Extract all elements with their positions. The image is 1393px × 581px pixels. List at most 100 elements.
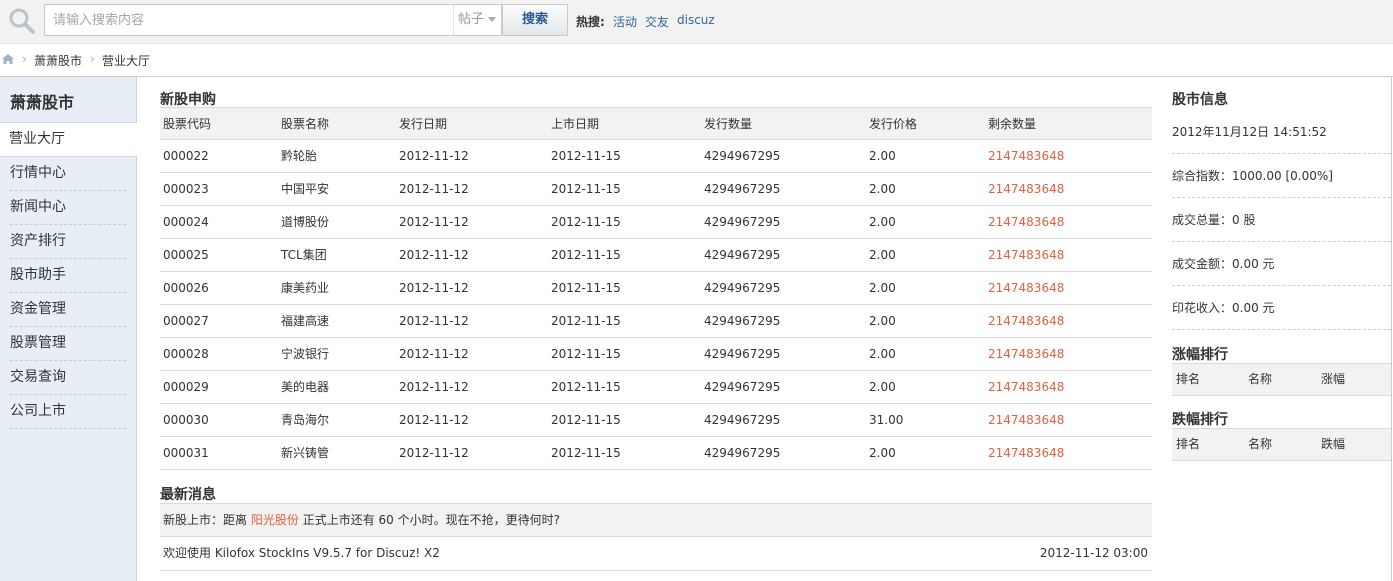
cell-listing-date: 2012-11-15 (551, 446, 621, 460)
table-row[interactable]: 000027 福建高速 2012-11-12 2012-11-15 4294967295… (160, 305, 1152, 338)
cell-issue-date: 2012-11-12 (399, 149, 469, 163)
cell-listing-date: 2012-11-15 (551, 182, 621, 196)
news-highlight-prefix: 新股上市：距离 (163, 513, 248, 527)
breadcrumb-separator: › (22, 52, 27, 66)
search-input[interactable] (45, 5, 453, 35)
cell-issue-date: 2012-11-12 (399, 380, 469, 394)
breadcrumb-item[interactable]: 萧萧股市 (34, 52, 82, 69)
losers-table-header: 排名 名称 跌幅 (1172, 428, 1391, 461)
table-row[interactable]: 000030 青岛海尔 2012-11-12 2012-11-15 4294967295… (160, 404, 1152, 437)
breadcrumb: › 萧萧股市 › 营业大厅 (0, 50, 300, 70)
hot-search-label: 热搜: (576, 15, 605, 29)
gainers-col-change: 涨幅 (1321, 372, 1346, 386)
search-button[interactable]: 搜索 (502, 4, 568, 36)
cell-remaining-quantity: 2147483648 (988, 314, 1065, 328)
cell-remaining-quantity: 2147483648 (988, 149, 1065, 163)
gainers-col-name: 名称 (1248, 372, 1273, 386)
chevron-down-icon (488, 17, 497, 22)
cell-issue-quantity: 4294967295 (704, 215, 781, 229)
news-highlight-row: 新股上市：距离 阳光股份 正式上市还有 60 个小时。现在不抢，更待何时? (160, 503, 1152, 537)
news-row: 欢迎使用 Kilofox StockIns V9.5.7 for Discuz!… (160, 537, 1152, 571)
cell-issue-price: 2.00 (869, 182, 896, 196)
market-index: 综合指数：1000.00 [0.00%] (1172, 154, 1391, 198)
sidebar-item-active[interactable]: 营业大厅 (0, 122, 137, 157)
cell-stock-name: TCL集团 (281, 248, 327, 262)
cell-remaining-quantity: 2147483648 (988, 446, 1065, 460)
sidebar-item[interactable]: 公司上市 (10, 395, 126, 429)
ipo-section-title: 新股申购 (160, 92, 216, 108)
table-row[interactable]: 000028 宁波银行 2012-11-12 2012-11-15 4294967295… (160, 338, 1152, 371)
cell-issue-date: 2012-11-12 (399, 215, 469, 229)
sidebar-item[interactable]: 交易查询 (10, 361, 126, 395)
table-row[interactable]: 000022 黔轮胎 2012-11-12 2012-11-15 4294967295 2… (160, 140, 1152, 173)
news-highlight-stock-link[interactable]: 阳光股份 (251, 513, 299, 527)
frame-border (1391, 77, 1392, 581)
news-time: 2012-11-12 03:00 (1039, 546, 1148, 560)
column-header-remaining-quantity: 剩余数量 (988, 117, 1037, 131)
cell-stock-code: 000026 (163, 281, 209, 295)
table-row[interactable]: 000024 道博股份 2012-11-12 2012-11-15 4294967295… (160, 206, 1152, 239)
cell-issue-date: 2012-11-12 (399, 182, 469, 196)
search-scope-select[interactable]: 帖子 (453, 5, 503, 35)
cell-issue-quantity: 4294967295 (704, 248, 781, 262)
sidebar-item[interactable]: 资金管理 (10, 293, 126, 327)
cell-listing-date: 2012-11-15 (551, 281, 621, 295)
market-stamp-duty: 印花收入：0.00 元 (1172, 286, 1391, 330)
cell-stock-name: 康美药业 (281, 281, 330, 295)
cell-remaining-quantity: 2147483648 (988, 380, 1065, 394)
cell-issue-date: 2012-11-12 (399, 413, 469, 427)
sidebar-item[interactable]: 股票管理 (10, 327, 126, 361)
news-message: 欢迎使用 Kilofox StockIns V9.5.7 for Discuz!… (163, 546, 440, 560)
cell-issue-price: 2.00 (869, 380, 896, 394)
breadcrumb-item[interactable]: 营业大厅 (102, 52, 150, 69)
cell-stock-name: 中国平安 (281, 182, 330, 196)
gainers-table-header: 排名 名称 涨幅 (1172, 363, 1391, 396)
cell-remaining-quantity: 2147483648 (988, 347, 1065, 361)
sidebar-item[interactable]: 行情中心 (10, 157, 126, 191)
cell-stock-name: 青岛海尔 (281, 413, 330, 427)
cell-stock-code: 000022 (163, 149, 209, 163)
table-row[interactable]: 000023 中国平安 2012-11-12 2012-11-15 4294967295… (160, 173, 1152, 206)
ipo-table-header: 股票代码 股票名称 发行日期 上市日期 发行数量 发行价格 剩余数量 (160, 107, 1152, 140)
search-icon[interactable] (6, 5, 38, 37)
cell-remaining-quantity: 2147483648 (988, 215, 1065, 229)
market-volume: 成交总量：0 股 (1172, 198, 1391, 242)
cell-stock-name: 美的电器 (281, 380, 330, 394)
sidebar-item[interactable]: 资产排行 (10, 225, 126, 259)
cell-issue-price: 2.00 (869, 149, 896, 163)
column-header-issue-date: 发行日期 (399, 117, 448, 131)
cell-listing-date: 2012-11-15 (551, 215, 621, 229)
hot-link-friends[interactable]: 交友 (645, 13, 669, 30)
news-highlight-suffix: 正式上市还有 60 个小时。现在不抢，更待何时? (302, 513, 560, 527)
cell-stock-name: 福建高速 (281, 314, 330, 328)
column-header-stock-name: 股票名称 (281, 117, 330, 131)
sidebar-item[interactable]: 新闻中心 (10, 191, 126, 225)
cell-issue-quantity: 4294967295 (704, 149, 781, 163)
search-scope-label: 帖子 (458, 12, 485, 27)
hot-link-discuz[interactable]: discuz (677, 13, 715, 27)
cell-stock-code: 000031 (163, 446, 209, 460)
cell-issue-quantity: 4294967295 (704, 182, 781, 196)
cell-listing-date: 2012-11-15 (551, 314, 621, 328)
cell-issue-quantity: 4294967295 (704, 413, 781, 427)
cell-listing-date: 2012-11-15 (551, 149, 621, 163)
table-row[interactable]: 000025 TCL集团 2012-11-12 2012-11-15 429496729… (160, 239, 1152, 272)
home-icon[interactable] (1, 53, 15, 65)
sidebar-item[interactable]: 股市助手 (10, 259, 126, 293)
cell-issue-price: 2.00 (869, 347, 896, 361)
table-row[interactable]: 000029 美的电器 2012-11-12 2012-11-15 4294967295… (160, 371, 1152, 404)
table-row[interactable]: 000026 康美药业 2012-11-12 2012-11-15 4294967295… (160, 272, 1152, 305)
cell-issue-quantity: 4294967295 (704, 446, 781, 460)
cell-issue-date: 2012-11-12 (399, 281, 469, 295)
column-header-issue-price: 发行价格 (869, 117, 918, 131)
cell-listing-date: 2012-11-15 (551, 413, 621, 427)
cell-issue-price: 31.00 (869, 413, 904, 427)
hot-link-activity[interactable]: 活动 (613, 13, 637, 30)
cell-issue-price: 2.00 (869, 215, 896, 229)
cell-issue-price: 2.00 (869, 248, 896, 262)
cell-issue-quantity: 4294967295 (704, 281, 781, 295)
cell-listing-date: 2012-11-15 (551, 248, 621, 262)
gainers-col-rank: 排名 (1176, 372, 1201, 386)
market-datetime: 2012年11月12日 14:51:52 (1172, 110, 1391, 154)
table-row[interactable]: 000031 新兴铸管 2012-11-12 2012-11-15 4294967295… (160, 437, 1152, 470)
